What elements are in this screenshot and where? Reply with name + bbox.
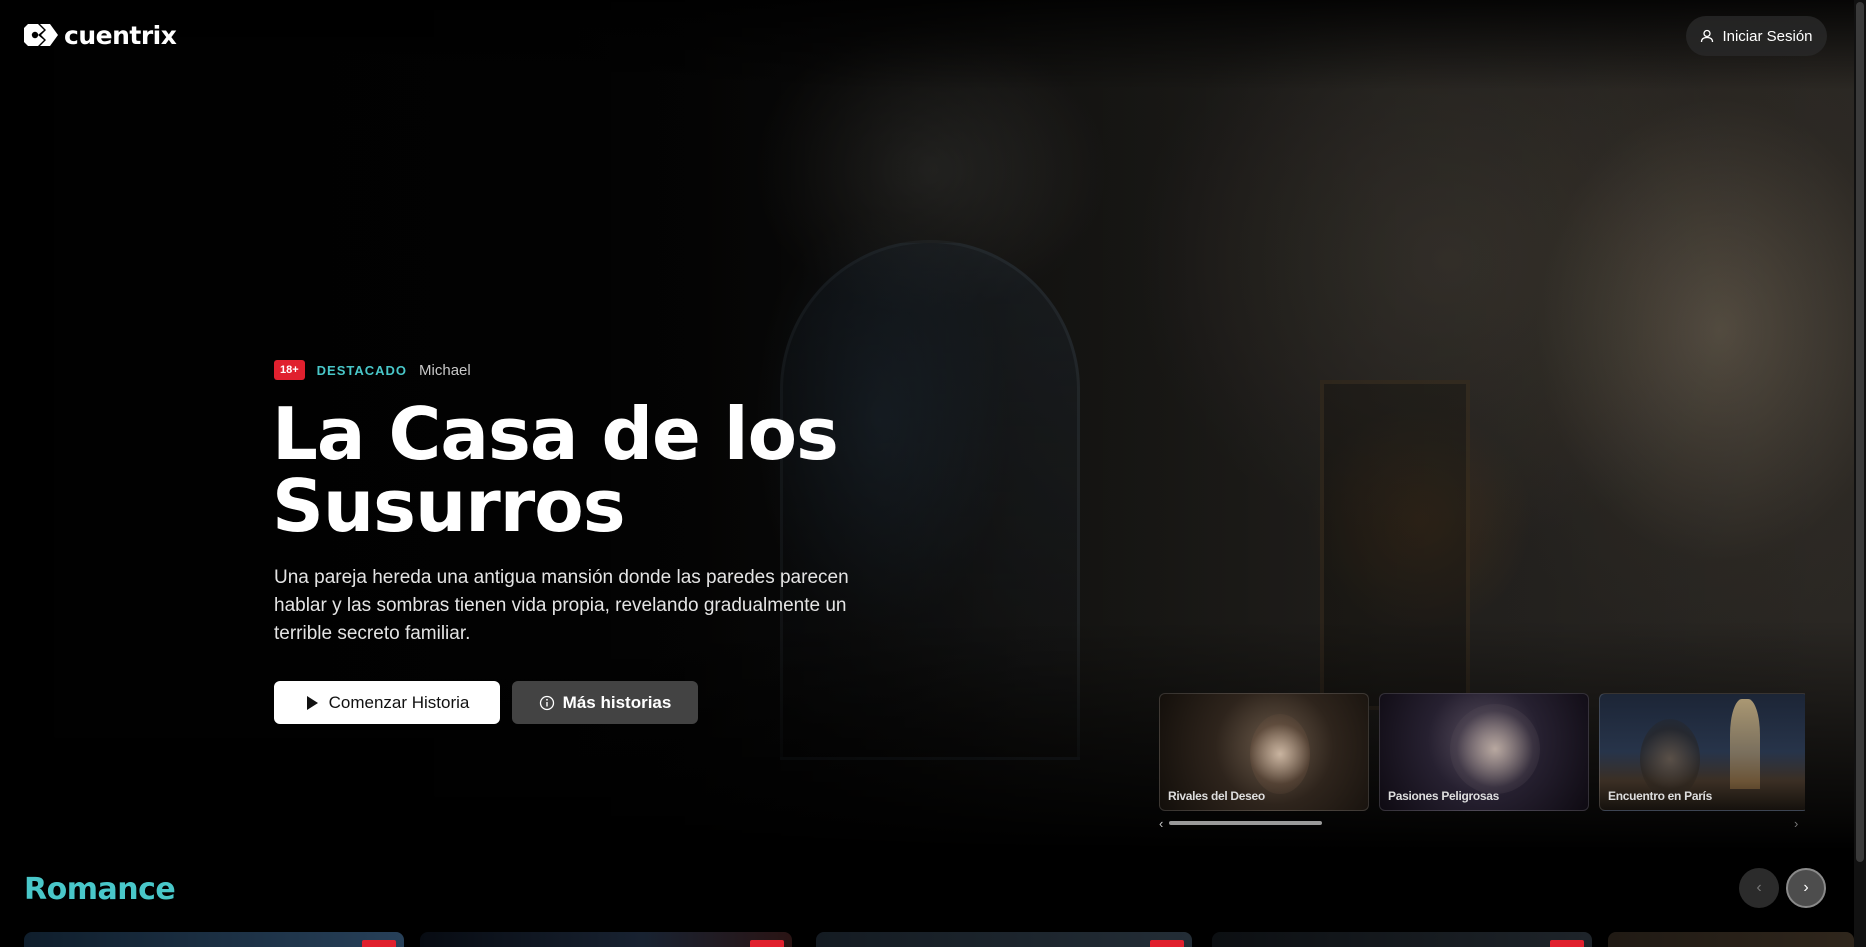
featured-mini-carousel: Rivales del Deseo Pasiones Peligrosas En… [1159, 693, 1805, 811]
mini-card-thumbnail [1730, 699, 1760, 789]
mini-carousel-prev-icon[interactable]: ‹ [1159, 816, 1163, 831]
mini-card[interactable]: Pasiones Peligrosas [1379, 693, 1589, 811]
info-icon [539, 695, 554, 710]
brand-name: cuentrix [64, 20, 177, 50]
age-rating-badge: 18+ [274, 360, 305, 380]
age-rating-badge [1550, 940, 1584, 947]
section-title-romance: Romance [24, 872, 176, 907]
mini-carousel-next-icon[interactable]: › [1794, 816, 1798, 831]
more-stories-button[interactable]: Más historias [512, 681, 698, 724]
page-scrollbar[interactable] [1854, 0, 1866, 947]
brand-logo[interactable]: cuentrix [24, 20, 177, 50]
age-rating-badge [1150, 940, 1184, 947]
chevron-left-icon: ‹ [1756, 879, 1762, 896]
hero-author: Michael [419, 361, 471, 379]
mini-card-thumbnail [1250, 714, 1310, 794]
age-rating-badge [750, 940, 784, 947]
chevron-right-icon: › [1803, 879, 1809, 896]
mini-card[interactable]: Rivales del Deseo [1159, 693, 1369, 811]
story-card[interactable] [1212, 932, 1592, 947]
story-card[interactable] [816, 932, 1192, 947]
mini-card-title: Rivales del Deseo [1168, 789, 1265, 803]
story-card[interactable] [1608, 932, 1854, 947]
featured-tag: DESTACADO [316, 362, 408, 378]
user-icon [1701, 29, 1714, 43]
login-button-label: Iniciar Sesión [1722, 27, 1813, 45]
mini-carousel-progress-bar [1169, 821, 1322, 825]
age-rating-badge [362, 940, 396, 947]
section-next-button[interactable]: › [1786, 868, 1826, 908]
hero-title: La Casa de los Susurros [272, 392, 839, 548]
hero-doorframe-shape [1320, 380, 1470, 710]
story-card[interactable] [420, 932, 792, 947]
section-prev-button[interactable]: ‹ [1739, 868, 1779, 908]
hero-description: Una pareja hereda una antigua mansión do… [274, 567, 849, 644]
more-stories-label: Más historias [562, 692, 672, 712]
mini-card-thumbnail [1450, 704, 1540, 794]
hero-meta: 18+ DESTACADO Michael [274, 360, 471, 380]
mini-card-figure [1640, 719, 1700, 799]
story-card[interactable] [24, 932, 404, 947]
start-story-label: Comenzar Historia [328, 692, 470, 712]
start-story-button[interactable]: Comenzar Historia [274, 681, 500, 724]
mini-card[interactable]: Encuentro en París [1599, 693, 1805, 811]
mini-card-title: Pasiones Peligrosas [1388, 789, 1500, 803]
mini-card-title: Encuentro en París [1608, 789, 1712, 803]
play-icon [306, 695, 318, 710]
page-scrollbar-thumb[interactable] [1856, 2, 1864, 862]
login-button[interactable]: Iniciar Sesión [1686, 16, 1827, 56]
brand-logo-icon [24, 24, 58, 46]
